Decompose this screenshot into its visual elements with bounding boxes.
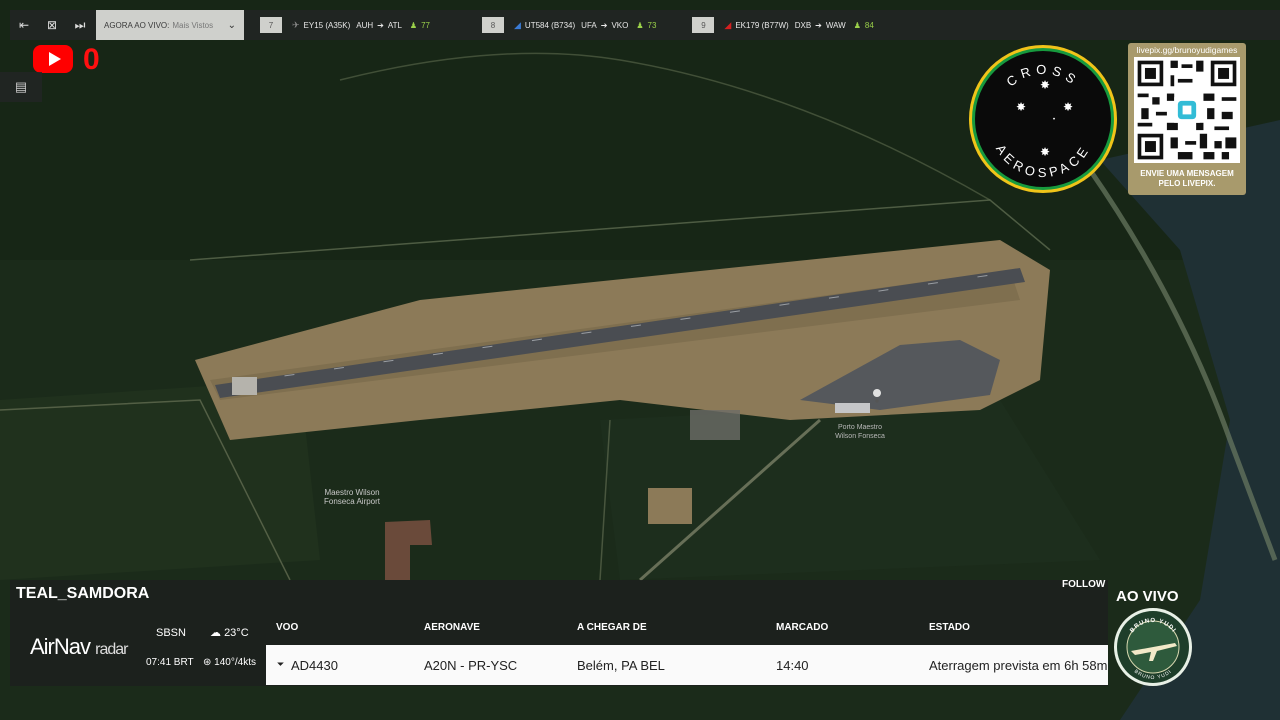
flight-item[interactable]: 7 ✈ EY15 (A35K) AUH ➔ ATL ♟ 77 [260, 17, 430, 33]
scheduled-time: 14:40 [776, 658, 809, 673]
flight-to: VKO [611, 20, 629, 30]
flight-from: UFA [581, 20, 597, 30]
arrow-right-icon: ➔ [600, 20, 608, 30]
chevron-down-icon: ⌄ [227, 19, 236, 31]
dropdown-value: Mais Vistos [172, 20, 214, 30]
flight-number: AD4430 [291, 658, 338, 673]
airline-logo-icon: 🞃 [277, 658, 284, 669]
flight-panel: TEAL_SAMDORA FOLLOW AirNav radar SBSN 07… [10, 579, 1108, 686]
column-header: AERONAVE [424, 622, 480, 633]
qr-message: ENVIE UMA MENSAGEM PELO LIVEPIX. [1128, 169, 1246, 189]
temperature: ☁ 23°C [210, 626, 249, 639]
airport-code: SBSN [156, 627, 186, 639]
cross-aerospace-logo: CROSS AEROSPACE ✸ ✸ ✸ • ✸ [969, 45, 1117, 193]
live-dropdown[interactable]: AGORA AO VIVO: Mais Vistos ⌄ [96, 10, 244, 40]
qr-message-line-2: PELO LIVEPIX. [1158, 179, 1216, 188]
table-header: VOO AERONAVE A CHEGAR DE MARCADO ESTADO [266, 610, 1108, 643]
wind-value: 140°/4kts [214, 657, 256, 668]
viewer-icon: ♟ [853, 20, 861, 30]
aircraft: A20N - PR-YSC [424, 658, 518, 673]
follow-button[interactable]: FOLLOW [1062, 579, 1105, 590]
brand-name: AirNav [30, 634, 91, 659]
origin: Belém, PA BEL [577, 658, 665, 673]
flight-item[interactable]: 9 ◢ EK179 (B77W) DXB ➔ WAW ♟ 84 [692, 17, 874, 33]
column-header: MARCADO [776, 622, 829, 633]
youtube-icon [33, 45, 73, 73]
channel-badge: BRUNO YUDI BRUNO YUDI [1114, 608, 1192, 686]
flight-to: WAW [825, 20, 846, 30]
arrow-right-icon: ➔ [815, 20, 822, 30]
youtube-count: 0 [83, 43, 100, 76]
panel-body: AirNav radar SBSN 07:41 BRT ☁ 23°C ⊛ 140… [10, 610, 1108, 686]
flight-index: 9 [692, 17, 715, 33]
cloud-icon: ☁ [210, 627, 221, 639]
top-bar: ⇤ ⊠ ⏭ AGORA AO VIVO: Mais Vistos ⌄ 7 ✈ E… [10, 10, 1280, 40]
qr-message-line-1: ENVIE UMA MENSAGEM [1140, 169, 1234, 178]
live-label: AO VIVO [1116, 588, 1179, 605]
viewer-icon: ♟ [409, 20, 418, 30]
flight-count: 73 [647, 20, 657, 30]
airport-label-2: Fonseca Airport [324, 497, 381, 506]
flight-code: UT584 (B734) [524, 20, 576, 30]
skip-next-icon[interactable]: ⏭ [66, 10, 94, 40]
viewer-icon: ♟ [636, 20, 644, 30]
svg-text:✸: ✸ [1063, 100, 1073, 114]
airport-label: Maestro Wilson [324, 488, 379, 497]
flight-count: 84 [864, 20, 874, 30]
airline-logo-icon: ◢ [724, 19, 732, 30]
poi-label-2: Wilson Fonseca [835, 433, 885, 440]
poi-label: Porto Maestro [838, 424, 882, 431]
column-header: A CHEGAR DE [577, 622, 647, 633]
flight-from: DXB [794, 20, 812, 30]
svg-text:✸: ✸ [1016, 100, 1026, 114]
svg-text:•: • [1052, 116, 1056, 123]
wind: ⊛ 140°/4kts [203, 657, 256, 668]
qr-url: livepix.gg/brunoyudigames [1136, 45, 1238, 55]
panel-header: TEAL_SAMDORA [10, 580, 1108, 610]
flight-code: EY15 (A35K) [303, 20, 351, 30]
flight-status: Aterragem prevista em 6h 58m [929, 658, 1108, 673]
flight-count: 77 [421, 20, 430, 30]
close-panel-icon[interactable]: ⊠ [38, 10, 66, 40]
local-time: 07:41 BRT [146, 657, 194, 668]
livepix-qr-card: livepix.gg/brunoyudigames ENVIE UMA MENS… [1128, 43, 1246, 195]
arrow-right-icon: ➔ [377, 20, 384, 30]
list-toggle-icon[interactable]: ▤ [0, 72, 42, 102]
flight-index: 8 [482, 17, 504, 33]
wind-icon: ⊛ [203, 657, 212, 668]
flight-code: EK179 (B77W) [735, 20, 789, 30]
flight-item[interactable]: 8 ◢ UT584 (B734) UFA ➔ VKO ♟ 73 [482, 17, 656, 33]
svg-text:✸: ✸ [1040, 145, 1050, 159]
collapse-panel-icon[interactable]: ⇤ [10, 10, 38, 40]
qr-code-icon [1134, 57, 1240, 163]
airplane-icon: ✈ [292, 19, 300, 30]
column-header: VOO [276, 622, 299, 633]
flight-to: ATL [387, 20, 402, 30]
dropdown-live-label: AGORA AO VIVO: [104, 20, 170, 30]
flight-from: AUH [356, 20, 374, 30]
flight-index: 7 [260, 17, 282, 33]
temperature-value: 23°C [224, 627, 249, 639]
brand-sub: radar [95, 641, 128, 658]
airline-logo-icon: ◢ [514, 19, 521, 30]
svg-text:✸: ✸ [1040, 78, 1050, 92]
column-header: ESTADO [929, 622, 970, 633]
airnav-logo: AirNav radar [30, 634, 129, 660]
table-row[interactable]: 🞃 AD4430 A20N - PR-YSC Belém, PA BEL 14:… [266, 645, 1108, 685]
callsign: TEAL_SAMDORA [16, 585, 150, 602]
